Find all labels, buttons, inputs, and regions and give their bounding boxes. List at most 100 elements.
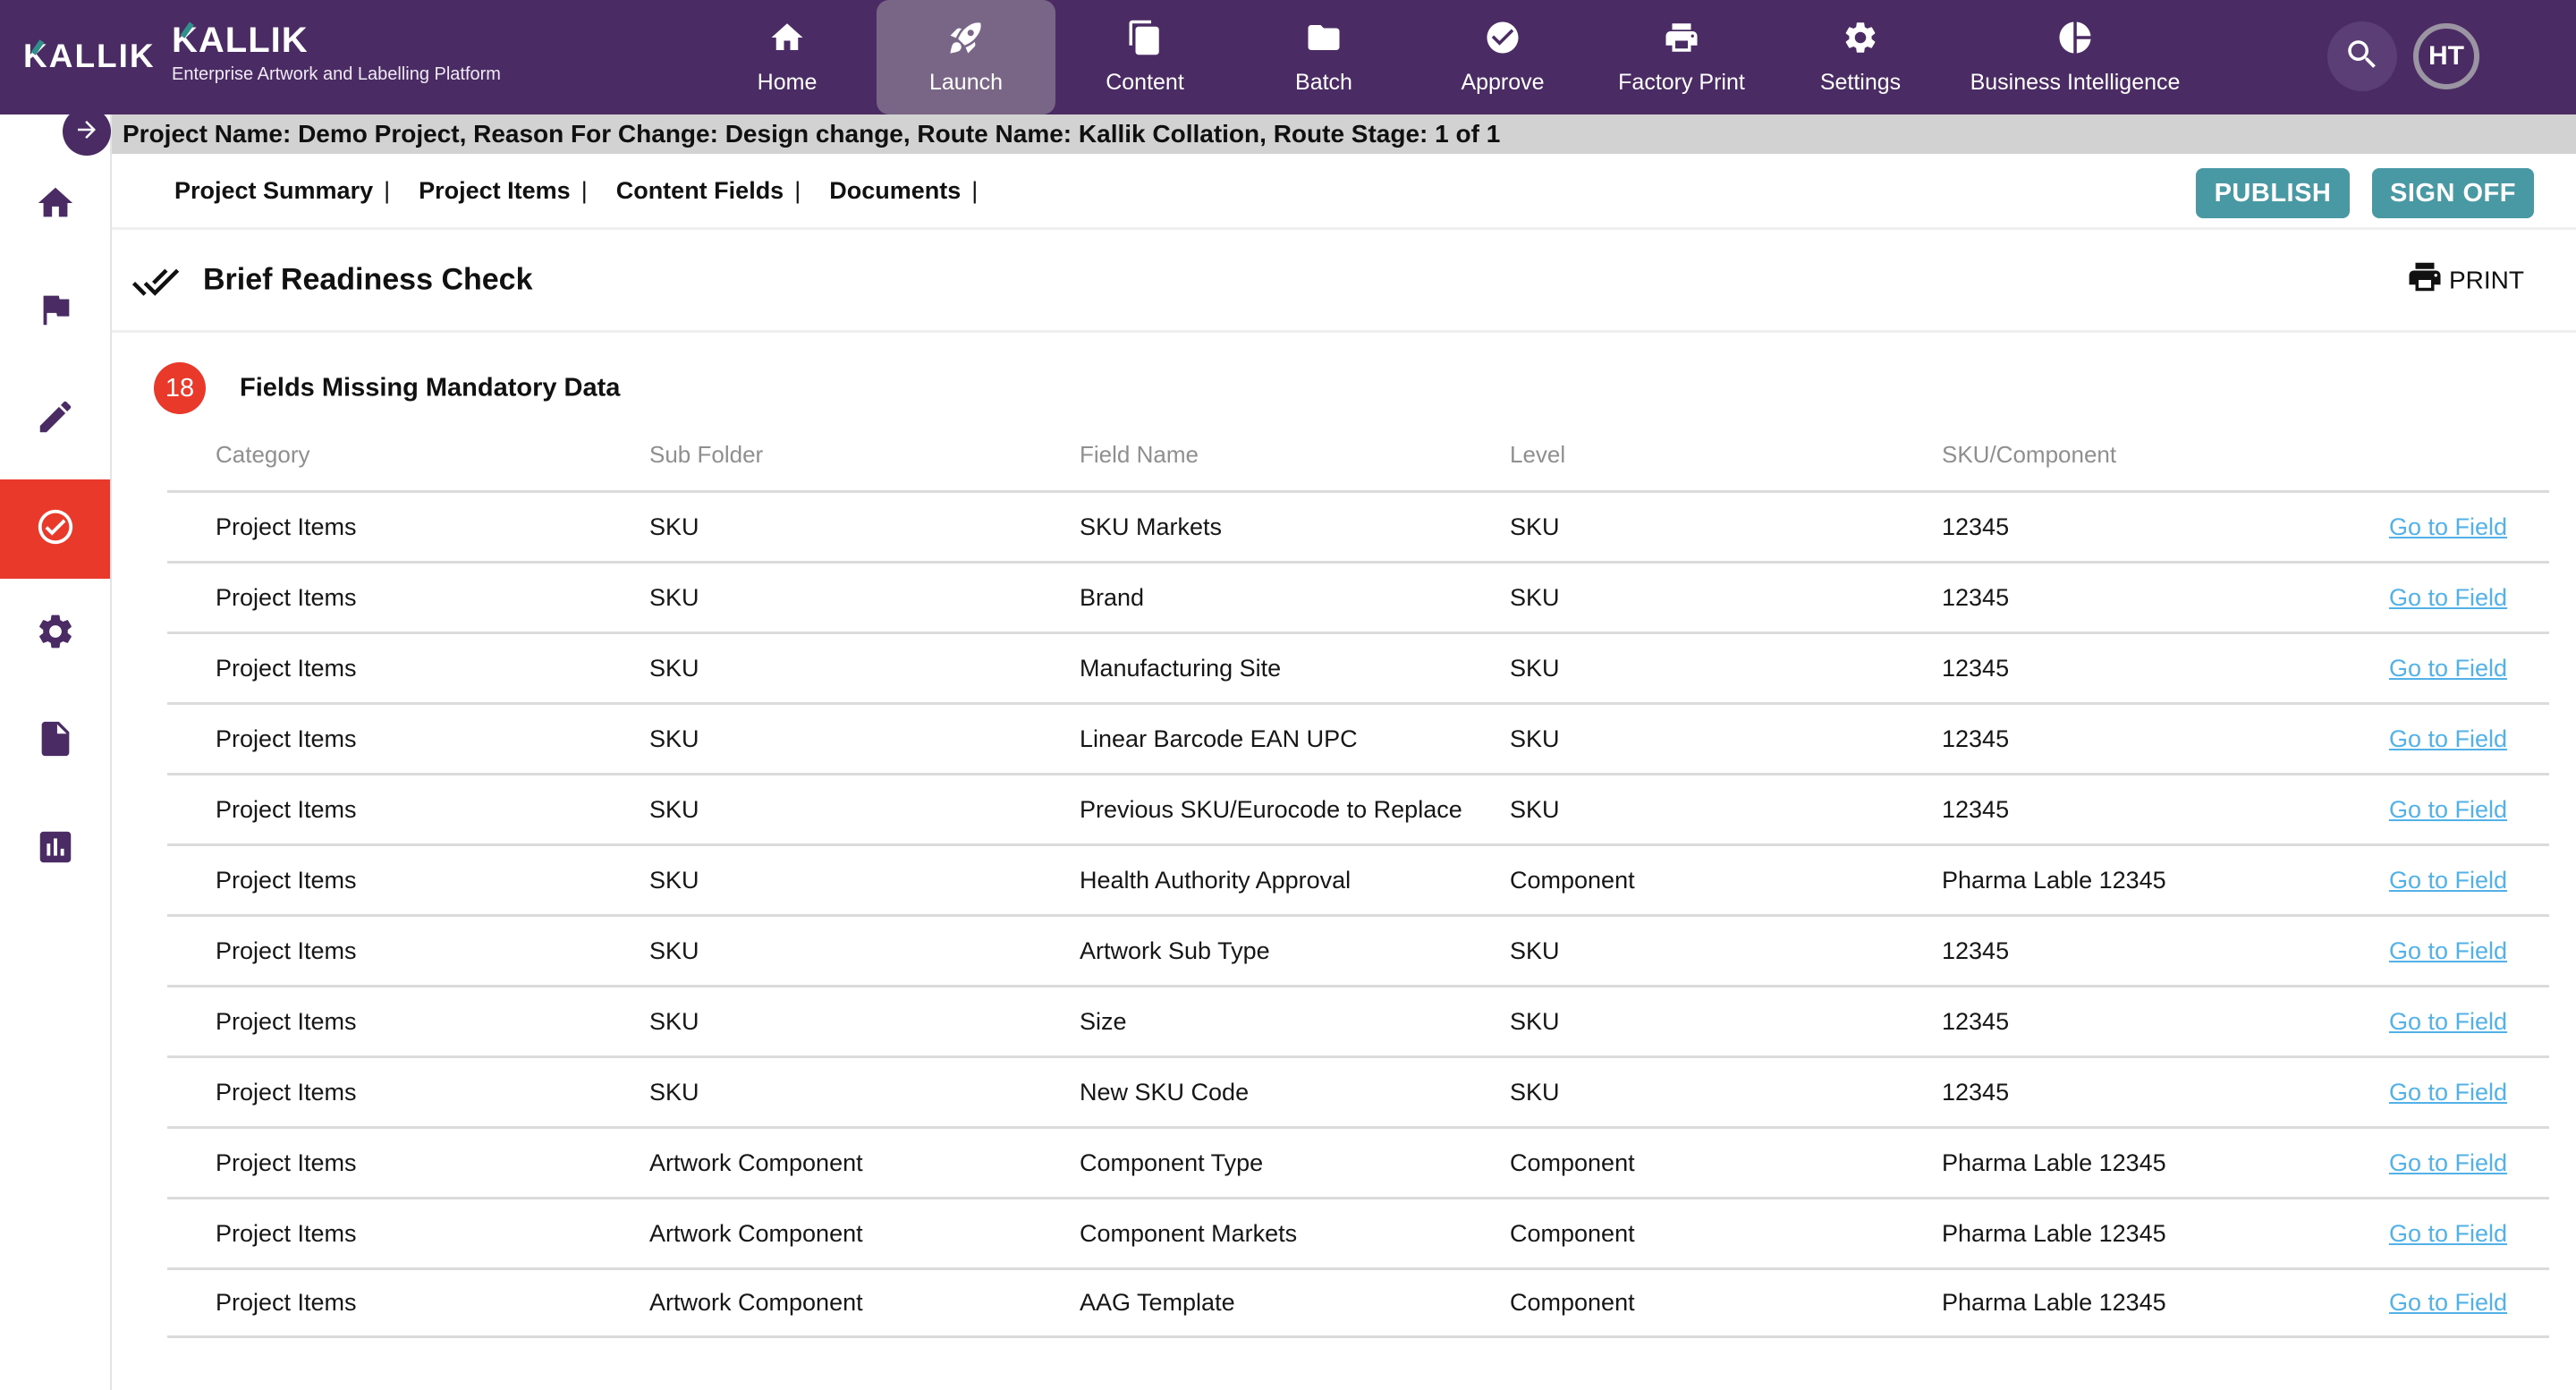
nav-item-label: Batch: [1295, 70, 1352, 96]
sidebar-item-flag[interactable]: [0, 262, 110, 361]
cell-level: Component: [1510, 867, 1942, 894]
nav-item-settings[interactable]: Settings: [1771, 0, 1950, 114]
tab-documents[interactable]: Documents|: [829, 177, 978, 205]
pages-icon: [1126, 19, 1164, 61]
cell-sku-component: Pharma Lable 12345: [1942, 1220, 2389, 1248]
sidebar-item-edit[interactable]: [0, 369, 110, 469]
top-nav-items: Home LaunchContent Batch Approve Factory Pri…: [698, 0, 2200, 114]
nav-item-label: Settings: [1820, 70, 1901, 96]
table-row: Project ItemsSKULinear Barcode EAN UPCSK…: [167, 702, 2549, 773]
cell-sub-folder: Artwork Component: [649, 1149, 1080, 1177]
nav-item-factory-print[interactable]: Factory Print: [1592, 0, 1771, 114]
cell-sku-component: 12345: [1942, 796, 2389, 824]
cell-level: Component: [1510, 1289, 1942, 1317]
sidebar-item-bar-chart[interactable]: [0, 800, 110, 899]
cell-category: Project Items: [216, 1079, 649, 1106]
cell-sub-folder: SKU: [649, 796, 1080, 824]
bar-chart-icon: [35, 826, 76, 872]
go-to-field-link[interactable]: Go to Field: [2389, 513, 2507, 540]
project-info-bar: Project Name: Demo Project, Reason For C…: [112, 114, 2576, 154]
kallik-logo-text: KALLIK: [172, 20, 501, 61]
avatar[interactable]: HT: [2413, 23, 2479, 89]
tab-project-items[interactable]: Project Items|: [419, 177, 588, 205]
cell-field-name: SKU Markets: [1080, 513, 1510, 541]
folder-icon: [1305, 19, 1343, 61]
go-to-field-link[interactable]: Go to Field: [2389, 725, 2507, 752]
publish-button[interactable]: PUBLISH: [2196, 168, 2350, 218]
project-info-text: Project Name: Demo Project, Reason For C…: [123, 120, 1500, 148]
nav-item-label: Home: [758, 70, 818, 96]
home-icon: [768, 19, 806, 61]
tab-content-fields[interactable]: Content Fields|: [616, 177, 801, 205]
tab-label: Documents: [829, 177, 961, 204]
gear-icon: [1842, 19, 1879, 61]
nav-item-home[interactable]: Home: [698, 0, 877, 114]
go-to-field-link[interactable]: Go to Field: [2389, 796, 2507, 823]
summary-row: 18 Fields Missing Mandatory Data: [112, 333, 2576, 420]
missing-fields-label: Fields Missing Mandatory Data: [240, 374, 620, 403]
document-icon: [35, 718, 76, 764]
kallik-k-mark: KALLIK: [172, 20, 309, 61]
go-to-field-link[interactable]: Go to Field: [2389, 937, 2507, 964]
cell-sku-component: Pharma Lable 12345: [1942, 1149, 2389, 1177]
readiness-table: CategorySub FolderField NameLevelSKU/Com…: [167, 420, 2549, 1338]
table-row: Project ItemsSKUSKU MarketsSKU12345Go to…: [167, 490, 2549, 561]
table-row: Project ItemsArtwork ComponentComponent …: [167, 1197, 2549, 1267]
sidebar-expand-button[interactable]: [63, 107, 111, 156]
go-to-field-link[interactable]: Go to Field: [2389, 655, 2507, 682]
table-header-row: CategorySub FolderField NameLevelSKU/Com…: [167, 420, 2549, 490]
go-to-field-link[interactable]: Go to Field: [2389, 1008, 2507, 1035]
go-to-field-link[interactable]: Go to Field: [2389, 1079, 2507, 1106]
project-tabs: Project Summary| Project Items| Content Fi…: [174, 154, 978, 227]
top-nav-bar: KALLIK KALLIK Enterprise Artwork and Lab…: [0, 0, 2576, 114]
edit-icon: [35, 396, 76, 442]
sidebar-item-document[interactable]: [0, 691, 110, 791]
cell-level: SKU: [1510, 584, 1942, 612]
go-to-field-link[interactable]: Go to Field: [2389, 1289, 2507, 1316]
cell-level: SKU: [1510, 796, 1942, 824]
nav-item-business-intelligence[interactable]: Business Intelligence: [1950, 0, 2200, 114]
tab-project-summary[interactable]: Project Summary|: [174, 177, 390, 205]
sidebar-item-home[interactable]: [0, 156, 110, 255]
cell-sub-folder: SKU: [649, 725, 1080, 753]
nav-item-label: Factory Print: [1618, 70, 1745, 96]
kallik-logo: KALLIK Enterprise Artwork and Labelling …: [172, 20, 501, 85]
cell-sku-component: Pharma Lable 12345: [1942, 1289, 2389, 1317]
sidebar-item-gear[interactable]: [0, 584, 110, 683]
cell-category: Project Items: [216, 796, 649, 824]
go-to-field-link[interactable]: Go to Field: [2389, 1149, 2507, 1176]
nav-item-launch[interactable]: Launch: [877, 0, 1055, 114]
cell-level: Component: [1510, 1149, 1942, 1177]
cell-sub-folder: SKU: [649, 1079, 1080, 1106]
cell-level: SKU: [1510, 1079, 1942, 1106]
cell-sub-folder: SKU: [649, 655, 1080, 682]
sign-off-button[interactable]: SIGN OFF: [2372, 168, 2534, 218]
cell-sub-folder: SKU: [649, 513, 1080, 541]
cell-category: Project Items: [216, 937, 649, 965]
printer-icon: [2406, 259, 2444, 302]
cell-sub-folder: Artwork Component: [649, 1289, 1080, 1317]
tab-separator: |: [794, 177, 801, 204]
go-to-field-link[interactable]: Go to Field: [2389, 1220, 2507, 1247]
print-button[interactable]: PRINT: [2406, 259, 2524, 302]
nav-item-batch[interactable]: Batch: [1234, 0, 1413, 114]
nav-item-content[interactable]: Content: [1055, 0, 1234, 114]
nav-item-approve[interactable]: Approve: [1413, 0, 1592, 114]
cell-sub-folder: SKU: [649, 1008, 1080, 1036]
cell-sku-component: 12345: [1942, 1008, 2389, 1036]
cell-category: Project Items: [216, 1149, 649, 1177]
go-to-field-link[interactable]: Go to Field: [2389, 584, 2507, 611]
missing-count-badge: 18: [154, 362, 206, 414]
search-button[interactable]: [2327, 21, 2397, 91]
tab-separator: |: [581, 177, 588, 204]
cell-field-name: AAG Template: [1080, 1289, 1510, 1317]
check-circle-outline-icon: [35, 506, 76, 552]
cell-category: Project Items: [216, 1220, 649, 1248]
sidebar-item-check-circle-outline[interactable]: [0, 479, 110, 579]
nav-item-label: Approve: [1461, 70, 1544, 96]
kallik-k-mark: KALLIK: [23, 38, 156, 75]
cell-category: Project Items: [216, 1008, 649, 1036]
go-to-field-link[interactable]: Go to Field: [2389, 867, 2507, 894]
printer-icon: [1663, 19, 1700, 61]
cell-level: Component: [1510, 1220, 1942, 1248]
